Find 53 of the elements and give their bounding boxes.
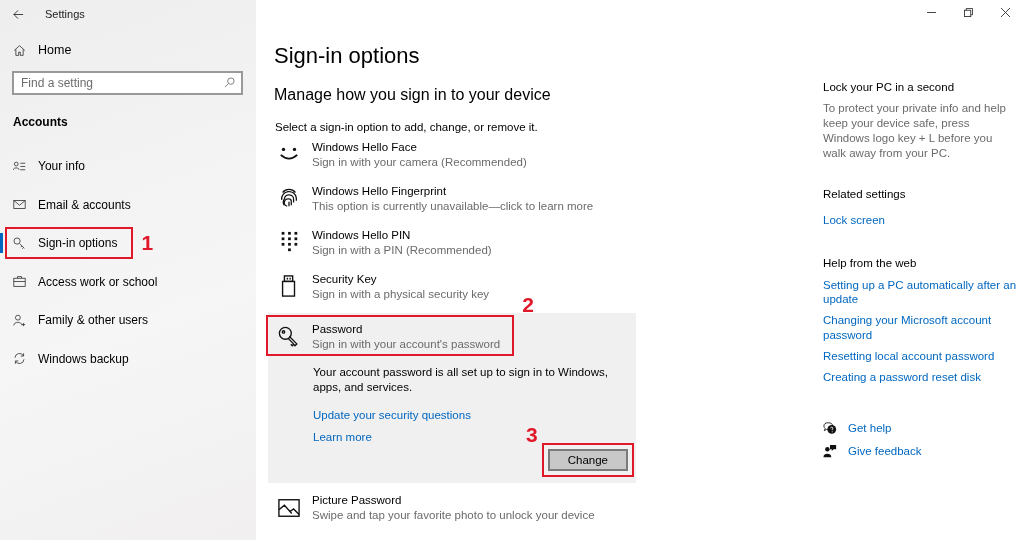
section-heading: Accounts [13,115,69,129]
link[interactable]: Update your security questions [313,408,471,421]
close-icon[interactable] [1001,8,1010,17]
search-icon [224,77,235,88]
section-heading: Help from the web [823,256,918,269]
key-icon [13,236,26,250]
sign-in-option[interactable]: Password Sign in with your account's password [278,323,501,350]
description-text: To protect your private info and help keep your device safe, press Windows logo key + L before you walk away from your PC. [823,101,1007,161]
search-field[interactable]: Find a setting [12,71,243,95]
picture-icon [278,496,300,519]
link[interactable]: Resetting local account password [823,349,1018,365]
back-arrow-icon[interactable] [13,8,24,20]
sync-icon [13,352,26,365]
feedback-icon [823,444,837,459]
callout-number: 1 [141,231,154,255]
nav-item[interactable]: Your info [13,159,85,173]
sign-in-option[interactable]: Windows Hello Face Sign in with your camera (Recommended) [278,137,527,171]
link[interactable]: Get help [848,422,892,435]
sign-in-option[interactable]: Picture Password Swipe and tap your favorite photo to unlock your device [278,490,595,525]
window-title: Settings [45,8,85,20]
person-list-icon [13,159,26,173]
home-icon [13,43,26,57]
sign-in-option[interactable]: Windows Hello PIN Sign in with a PIN (Recommended) [278,225,492,259]
section-subtitle: Manage how you sign in to your device [274,86,552,104]
description-text: Your account password is all set up to sign in to Windows, apps, and services. [313,365,609,395]
home-link[interactable]: Home [13,43,72,57]
fingerprint-icon [278,187,300,209]
section-heading: Related settings [823,187,907,200]
link[interactable]: Give feedback [848,445,922,458]
mail-icon [13,198,26,211]
callout-number: 3 [526,422,538,447]
nav-item[interactable]: Email & accounts [13,197,131,212]
nav-item[interactable]: Family & other users [13,313,149,327]
link[interactable]: Lock screen [823,213,885,226]
nav-item[interactable]: Sign-in options [13,236,118,250]
change-button[interactable]: Change [547,448,628,471]
person-add-icon [13,313,26,327]
nav-item[interactable]: Access work or school [13,274,158,289]
callout-number: 2 [522,293,534,317]
section-heading: Lock your PC in a second [823,81,956,93]
nav-item[interactable]: Windows backup [13,351,129,366]
instruction-text: Select a sign-in option to add, change, or remove it. [275,121,539,133]
link[interactable]: Changing your Microsoft account password [823,313,1018,344]
sign-in-option[interactable]: Security Key Sign in with a physical security key [278,269,490,303]
help-chat-icon [823,421,837,436]
link[interactable]: Creating a password reset disk [823,370,1018,386]
restore-icon[interactable] [964,8,973,17]
sign-in-option[interactable]: Windows Hello Fingerprint This option is currently unavailable—click to learn more [278,181,594,215]
page-title: Sign-in options [274,43,421,69]
link[interactable]: Setting up a PC automatically after an update [823,277,1018,308]
link[interactable]: Learn more [313,430,372,443]
key-icon [278,325,300,348]
briefcase-icon [13,275,26,288]
